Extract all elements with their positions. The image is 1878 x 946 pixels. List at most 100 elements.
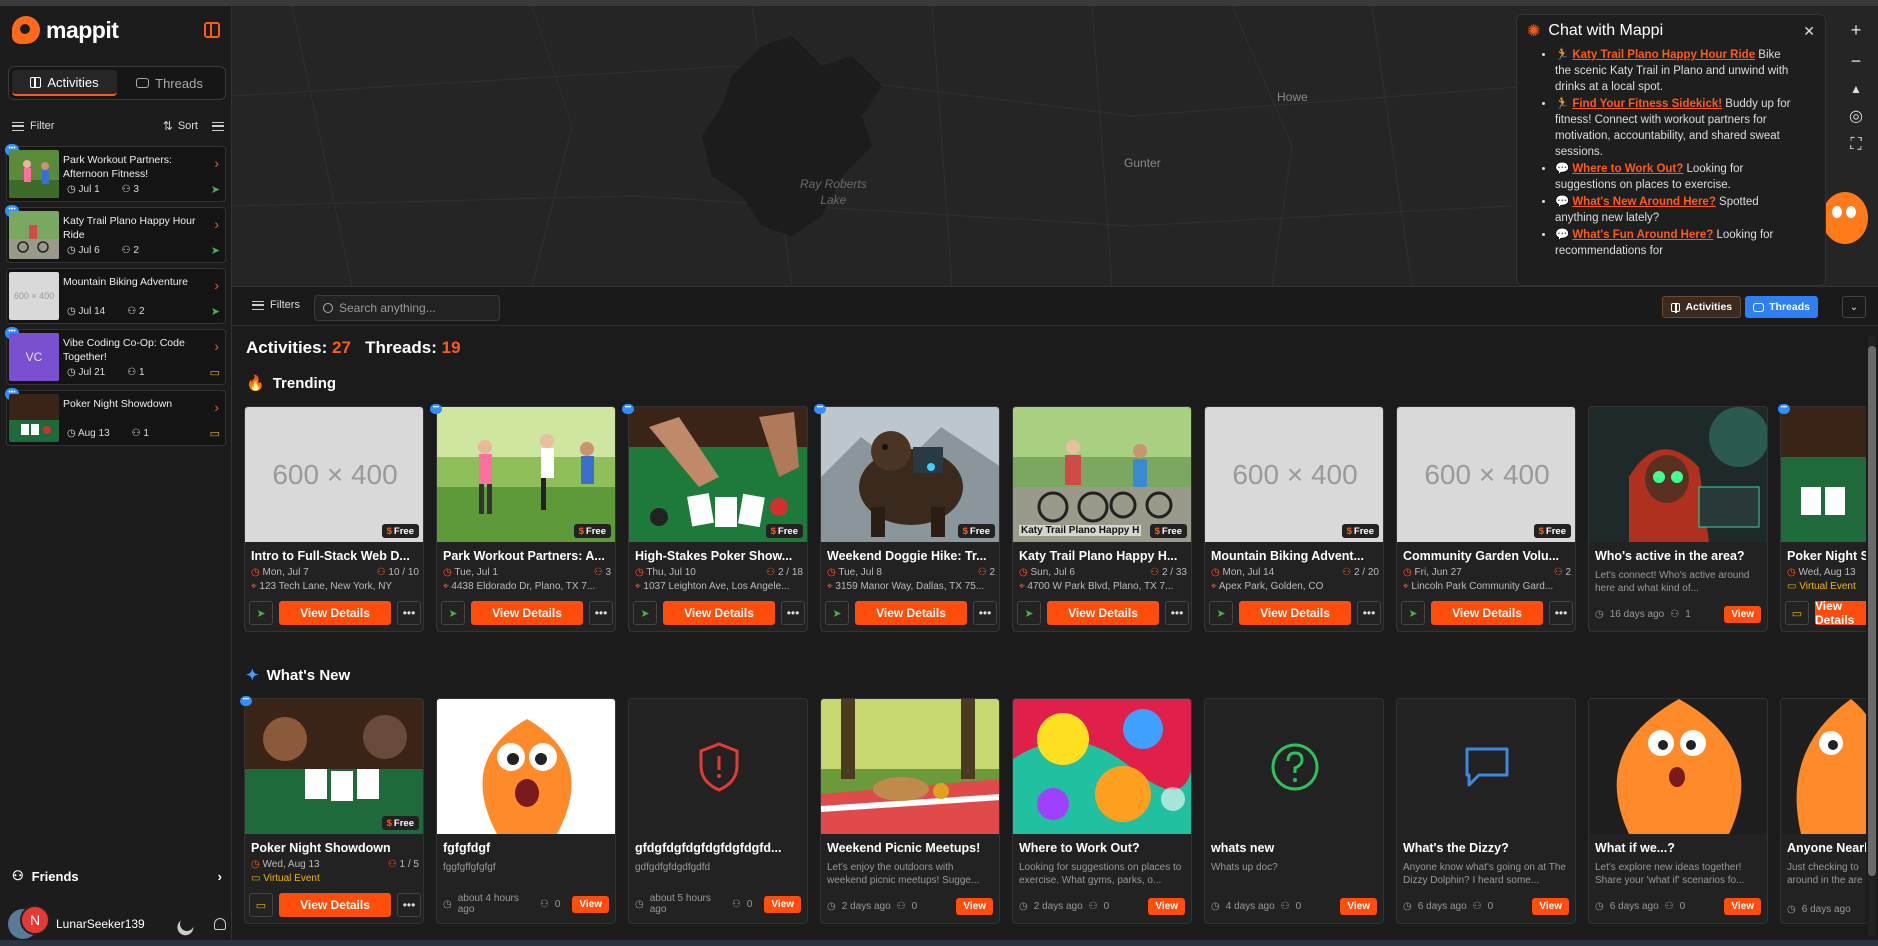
monitor-icon[interactable]: ▭	[1785, 601, 1809, 625]
activity-card[interactable]: 600 × 400 $ Free Mountain Biking Advent..…	[1204, 406, 1384, 632]
scrollbar-thumb[interactable]	[1868, 346, 1876, 876]
filter-button[interactable]: Filter	[30, 120, 54, 132]
list-item[interactable]: ••• VC Vibe Coding Co-Op: Code Together!…	[5, 327, 226, 385]
sidebar-collapse-icon[interactable]	[204, 22, 220, 38]
more-options-icon[interactable]: •••	[397, 893, 421, 917]
moon-icon[interactable]	[177, 914, 196, 933]
list-item[interactable]: 600 × 400 Mountain Biking Adventure ◷ Ju…	[6, 268, 226, 324]
chevron-right-icon[interactable]: ›	[214, 399, 219, 415]
view-button[interactable]: View	[956, 898, 993, 915]
bell-icon[interactable]	[214, 918, 226, 930]
dollar-icon: $	[1346, 525, 1352, 537]
view-button[interactable]: View	[572, 895, 609, 913]
chat-link[interactable]: Find Your Fitness Sidekick!	[1572, 98, 1722, 110]
logo[interactable]: mappit	[12, 16, 119, 44]
view-details-button[interactable]: View Details	[279, 601, 391, 625]
tab-threads[interactable]: Threads	[117, 70, 222, 96]
list-view-icon[interactable]	[212, 121, 224, 131]
more-options-icon[interactable]: •••	[1357, 601, 1381, 625]
thread-card[interactable]: What if we...? Let's explore new ideas t…	[1588, 698, 1768, 924]
more-options-icon[interactable]: •••	[397, 601, 421, 625]
view-details-button[interactable]: View Details	[1047, 601, 1159, 625]
thread-title: Who's active in the area?	[1595, 549, 1745, 563]
chat-badge-icon: •••	[430, 404, 442, 414]
view-details-button[interactable]: View Details	[663, 601, 775, 625]
avatar[interactable]: N	[8, 905, 50, 939]
activity-card[interactable]: 600 × 400 $ Free Intro to Full-Stack Web …	[244, 406, 424, 632]
list-item[interactable]: ••• Poker Night Showdown ◷ Aug 13 ⚇ 1 › …	[5, 388, 226, 446]
activity-card[interactable]: Katy Trail Plano Happy H $ Free Katy Trai…	[1012, 406, 1192, 632]
sort-button[interactable]: Sort	[178, 120, 198, 132]
activity-card[interactable]: 600 × 400 $ Free Community Garden Volu...…	[1396, 406, 1576, 632]
list-item[interactable]: ••• Park Workout Partners: Afternoon Fit…	[5, 144, 226, 202]
more-options-icon[interactable]: •••	[781, 601, 805, 625]
chat-link[interactable]: What's New Around Here?	[1572, 196, 1716, 208]
activity-card[interactable]: $ Free Weekend Doggie Hike: Tr... ◷ Tue, …	[820, 406, 1000, 632]
people-icon: ⚇ 2	[127, 306, 145, 317]
thread-card[interactable]: fgfgfdgf fggfgffgfgfgf ◷ about 4 hours ag…	[436, 698, 616, 924]
view-button[interactable]: View	[1340, 898, 1377, 915]
more-options-icon[interactable]: •••	[589, 601, 613, 625]
zoom-out-icon[interactable]: −	[1851, 51, 1862, 72]
fullscreen-icon[interactable]: ⛶	[1850, 136, 1861, 154]
zoom-in-icon[interactable]: +	[1851, 20, 1862, 41]
content-scrollbar[interactable]	[1868, 336, 1876, 936]
chat-title: Chat with Mappi	[1548, 22, 1664, 39]
more-options-icon[interactable]: •••	[973, 601, 997, 625]
mappi-mascot-icon[interactable]	[1822, 192, 1868, 244]
thread-card[interactable]: Where to Work Out? Looking for suggestio…	[1012, 698, 1192, 924]
monitor-icon[interactable]: ▭	[249, 893, 273, 917]
chevron-right-icon[interactable]: ›	[214, 277, 219, 293]
location-arrow-icon[interactable]: ➤	[1209, 601, 1233, 625]
view-details-button[interactable]: View Details	[279, 893, 391, 917]
activity-card[interactable]: $ Free Poker Night Showdown ◷ Wed, Aug 13…	[244, 698, 424, 924]
view-button[interactable]: View	[1148, 898, 1185, 915]
thread-card[interactable]: What's the Dizzy? Anyone know what's goi…	[1396, 698, 1576, 924]
view-details-button[interactable]: View Details	[1431, 601, 1543, 625]
view-activities-button[interactable]: Activities	[1662, 296, 1742, 318]
content-toolbar: Filters Activities Threads ⌄	[232, 286, 1878, 326]
view-details-button[interactable]: View Details	[1239, 601, 1351, 625]
chevron-right-icon[interactable]: ›	[214, 216, 219, 232]
view-button[interactable]: View	[1532, 898, 1569, 915]
compass-icon[interactable]: ▲	[1850, 82, 1862, 96]
chevron-right-icon[interactable]: ›	[214, 155, 219, 171]
view-details-button[interactable]: View Details	[471, 601, 583, 625]
activity-card[interactable]: $ Free Park Workout Partners: A... ◷ Tue,…	[436, 406, 616, 632]
view-details-button[interactable]: View Details	[1815, 599, 1866, 627]
activity-card[interactable]: $ Free High-Stakes Poker Show... ◷ Thu, J…	[628, 406, 808, 632]
view-threads-button[interactable]: Threads	[1745, 296, 1818, 318]
thread-card[interactable]: Weekend Picnic Meetups! Let's enjoy the …	[820, 698, 1000, 924]
list-item[interactable]: ••• Katy Trail Plano Happy Hour Ride ◷ J…	[5, 205, 226, 263]
view-button[interactable]: View	[764, 895, 801, 913]
view-button[interactable]: View	[1724, 898, 1761, 915]
thread-card[interactable]: gfdgfdgfdgfdgfdgfdgfd... gdfgdfgfdgdfgdf…	[628, 698, 808, 924]
thread-card-partial[interactable]: Anyone Nearb Just checking to around in …	[1780, 698, 1866, 924]
location-arrow-icon[interactable]: ➤	[1017, 601, 1041, 625]
locate-icon[interactable]: ◎	[1849, 106, 1863, 126]
notification-avatar[interactable]: N	[20, 905, 50, 935]
more-options-icon[interactable]: •••	[1165, 601, 1189, 625]
chevron-down-icon[interactable]: ⌄	[1842, 296, 1866, 318]
tab-activities[interactable]: Activities	[12, 70, 117, 96]
more-options-icon[interactable]: •••	[1549, 601, 1573, 625]
chevron-right-icon[interactable]: ›	[214, 338, 219, 354]
close-icon[interactable]: ✕	[1803, 23, 1815, 40]
location-arrow-icon[interactable]: ➤	[825, 601, 849, 625]
filters-button[interactable]: Filters	[252, 299, 300, 311]
friends-row[interactable]: ⚇ Friends ›	[12, 868, 222, 884]
chat-link[interactable]: Where to Work Out?	[1572, 163, 1683, 175]
activity-card-partial[interactable]: Poker Night S ◷ Wed, Aug 13 ▭ Virtual Ev…	[1780, 406, 1866, 632]
view-details-button[interactable]: View Details	[855, 601, 967, 625]
location-arrow-icon[interactable]: ➤	[1401, 601, 1425, 625]
thread-card[interactable]: whats new Whats up doc? ◷ 4 days ago ⚇ 0 V…	[1204, 698, 1384, 924]
location-arrow-icon[interactable]: ➤	[441, 601, 465, 625]
thread-card[interactable]: Who's active in the area? Let's connect!…	[1588, 406, 1768, 632]
card-title: Poker Night Showdown	[251, 841, 391, 855]
location-arrow-icon[interactable]: ➤	[249, 601, 273, 625]
chat-link[interactable]: Katy Trail Plano Happy Hour Ride	[1572, 49, 1755, 61]
location-arrow-icon[interactable]: ➤	[633, 601, 657, 625]
search-input[interactable]	[339, 301, 489, 315]
view-button[interactable]: View	[1724, 606, 1761, 623]
chat-link[interactable]: What's Fun Around Here?	[1572, 229, 1713, 241]
